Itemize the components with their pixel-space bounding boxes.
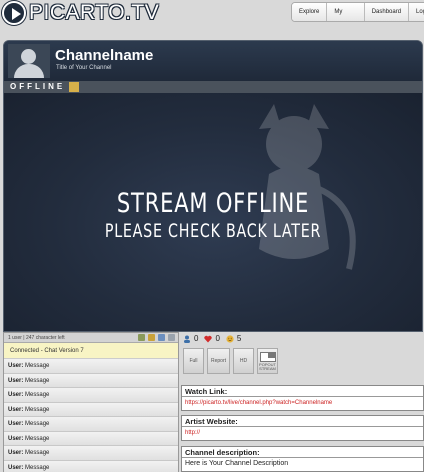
chat-message: User: Message [4,388,178,403]
stream-offline-title: STREAM OFFLINE [116,188,310,219]
avatar[interactable] [8,44,50,78]
chat-panel: 1 user | 247 character left Connected - … [3,332,179,472]
heart-icon [204,335,213,342]
artist-website-box: Artist Website: http:// [181,415,424,441]
chat-toolbar: 1 user | 247 character left [4,333,178,343]
nav-log[interactable]: Log [409,3,424,21]
channel-description-text: Here is Your Channel Description [185,460,289,467]
chat-message: User: Message [4,460,178,472]
chat-text: Message [25,392,50,398]
chat-text: Message [25,406,50,413]
fullscreen-button[interactable]: Full [183,348,204,374]
chat-message: User: Message [4,417,178,432]
chat-user[interactable]: User: [8,392,23,398]
channel-name: Channelname [55,47,154,64]
avatar-head-icon [21,49,36,64]
chat-text: Message [25,363,50,369]
video-screen[interactable]: STREAM OFFLINE PLEASE CHECK BACK LATER [4,93,422,331]
chat-text: Message [25,377,50,384]
nav-my-channel[interactable]: My Channel [327,3,365,21]
chat-emote-icon[interactable] [148,334,155,341]
viewer-count: 0 [183,334,198,343]
status-badge: OFFLINE [10,82,80,92]
logo-text: PICARTO.TV [29,1,160,24]
watch-link-url[interactable]: https://picarto.tv/live/channel.php?watc… [182,397,423,410]
popout-icon [259,351,276,362]
like-count[interactable]: 0 [204,334,220,343]
rating-value: 5 [236,334,242,343]
viewer-count-value: 0 [194,334,199,343]
chat-message: User: Message [4,402,178,417]
chat-popout-icon[interactable] [168,334,175,341]
status-bar: OFFLINE [4,81,422,93]
channel-header: Channelname Title of Your Channel [4,41,422,81]
avatar-body-icon [14,64,44,78]
popout-stream-button[interactable]: POPOUT STREAM [257,348,278,374]
chat-info: 1 user | 247 character left [8,335,65,341]
rating: 5 [226,334,241,343]
viewers-icon [184,335,190,343]
watch-link-box: Watch Link: https://picarto.tv/live/chan… [181,385,424,411]
chat-message: User: Message [4,359,178,374]
chat-user[interactable]: User: [8,465,23,471]
chat-text: Message [25,435,50,442]
chat-message: User: Message [4,373,178,388]
channel-description-box: Channel description: Here is Your Channe… [181,446,424,472]
player-button-row: Full Report HD POPOUT STREAM [183,348,278,374]
chat-user[interactable]: User: [8,436,23,442]
main-nav: Explore My Channel Dashboard Log [291,2,424,22]
chat-text: Message [25,450,50,456]
play-logo-icon [2,1,26,25]
stream-offline-subtitle: PLEASE CHECK BACK LATER [104,220,322,242]
chat-user[interactable]: User: [8,450,23,456]
report-button[interactable]: Report [207,348,230,374]
stream-player: Channelname Title of Your Channel OFFLIN… [3,40,423,332]
like-count-value: 0 [215,334,220,343]
site-logo[interactable]: PICARTO.TV [2,1,159,25]
popout-label: POPOUT STREAM [259,361,276,371]
chat-settings-icon[interactable] [138,334,145,341]
channel-description-heading: Channel description: [182,447,423,458]
chat-text: Message [25,464,50,471]
smiley-icon [226,334,234,343]
channel-stats: 0 0 5 [183,334,247,343]
chat-message: User: Message [4,431,178,446]
chat-icon-group [138,334,175,341]
chat-user[interactable]: User: [8,407,23,413]
hd-button[interactable]: HD [233,348,254,374]
chat-user[interactable]: User: [8,421,23,427]
chat-user[interactable]: User: [8,363,23,369]
artist-website-heading: Artist Website: [182,416,423,427]
chat-connected-status: Connected - Chat Version 7 [4,343,178,359]
chat-message: User: Message [4,446,178,461]
watch-link-heading: Watch Link: [182,386,423,397]
chat-users-icon[interactable] [158,334,165,341]
chat-user[interactable]: User: [8,378,23,384]
top-bar: PICARTO.TV Explore My Channel Dashboard … [0,0,424,38]
channel-title: Title of Your Channel [56,65,112,71]
chat-text: Message [25,421,50,427]
nav-explore[interactable]: Explore [292,3,328,21]
artist-website-url[interactable]: http:// [182,427,423,440]
nav-dashboard[interactable]: Dashboard [364,3,410,21]
